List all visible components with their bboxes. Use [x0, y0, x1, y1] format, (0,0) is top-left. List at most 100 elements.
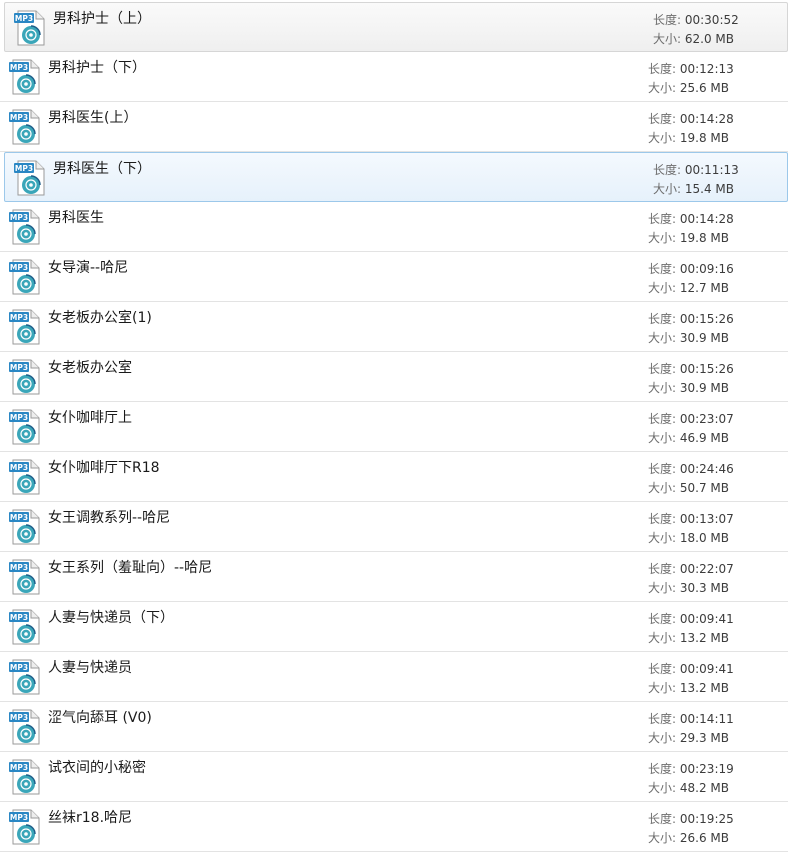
svg-text:MP3: MP3: [15, 14, 33, 23]
file-name: 男科医生（下）: [53, 161, 151, 177]
mp3-file-icon: MP3: [9, 759, 40, 795]
file-name: 丝袜r18.哈尼: [48, 810, 133, 826]
file-size: 大小: 30.3 MB: [648, 581, 729, 595]
file-size: 大小: 19.8 MB: [648, 131, 729, 145]
file-name: 女老板办公室: [48, 360, 132, 376]
svg-text:MP3: MP3: [10, 113, 28, 122]
svg-text:MP3: MP3: [10, 413, 28, 422]
file-length: 长度: 00:15:26: [648, 362, 734, 376]
svg-text:MP3: MP3: [10, 663, 28, 672]
file-row[interactable]: MP3 丝袜r18.哈尼 长度: 00:19:25 大小: 26.6 MB: [0, 802, 788, 852]
mp3-file-icon: MP3: [9, 559, 40, 595]
file-name: 试衣间的小秘密: [48, 760, 146, 776]
file-name: 人妻与快递员: [48, 660, 132, 676]
mp3-file-icon: MP3: [9, 459, 40, 495]
file-size: 大小: 30.9 MB: [648, 331, 729, 345]
file-name: 男科护士（下）: [48, 60, 146, 76]
file-size: 大小: 19.8 MB: [648, 231, 729, 245]
file-row[interactable]: MP3 男科医生 长度: 00:14:28 大小: 19.8 MB: [0, 202, 788, 252]
file-row[interactable]: MP3 人妻与快递员（下） 长度: 00:09:41 大小: 13.2 MB: [0, 602, 788, 652]
file-row[interactable]: MP3 男科医生（下） 长度: 00:11:13 大小: 15.4 MB: [4, 152, 788, 202]
file-length: 长度: 00:09:16: [648, 262, 734, 276]
file-name: 女王调教系列--哈尼: [48, 510, 171, 526]
file-row[interactable]: MP3 女王调教系列--哈尼 长度: 00:13:07 大小: 18.0 MB: [0, 502, 788, 552]
svg-text:MP3: MP3: [10, 563, 28, 572]
svg-text:MP3: MP3: [10, 213, 28, 222]
file-row[interactable]: MP3 女老板办公室(1) 长度: 00:15:26 大小: 30.9 MB: [0, 302, 788, 352]
file-row[interactable]: MP3 女老板办公室 长度: 00:15:26 大小: 30.9 MB: [0, 352, 788, 402]
mp3-file-icon: MP3: [9, 809, 40, 845]
file-row[interactable]: MP3 女仆咖啡厅下R18 长度: 00:24:46 大小: 50.7 MB: [0, 452, 788, 502]
file-name: 女导演--哈尼: [48, 260, 129, 276]
file-name: 女王系列（羞耻向）--哈尼: [48, 560, 213, 576]
file-size: 大小: 15.4 MB: [653, 182, 734, 196]
file-length: 长度: 00:19:25: [648, 812, 734, 826]
svg-text:MP3: MP3: [10, 713, 28, 722]
svg-text:MP3: MP3: [10, 613, 28, 622]
svg-text:MP3: MP3: [10, 813, 28, 822]
file-size: 大小: 13.2 MB: [648, 681, 729, 695]
file-length: 长度: 00:23:19: [648, 762, 734, 776]
file-size: 大小: 50.7 MB: [648, 481, 729, 495]
file-row[interactable]: MP3 男科护士（下） 长度: 00:12:13 大小: 25.6 MB: [0, 52, 788, 102]
file-row[interactable]: MP3 女仆咖啡厅上 长度: 00:23:07 大小: 46.9 MB: [0, 402, 788, 452]
mp3-file-icon: MP3: [9, 59, 40, 95]
file-length: 长度: 00:14:11: [648, 712, 734, 726]
svg-text:MP3: MP3: [10, 263, 28, 272]
file-length: 长度: 00:12:13: [648, 62, 734, 76]
file-name: 涩气向舔耳 (V0): [48, 710, 152, 726]
file-length: 长度: 00:13:07: [648, 512, 734, 526]
svg-text:MP3: MP3: [10, 463, 28, 472]
file-size: 大小: 46.9 MB: [648, 431, 729, 445]
file-length: 长度: 00:22:07: [648, 562, 734, 576]
svg-text:MP3: MP3: [15, 164, 33, 173]
file-length: 长度: 00:15:26: [648, 312, 734, 326]
file-size: 大小: 62.0 MB: [653, 32, 734, 46]
file-length: 长度: 00:30:52: [653, 13, 739, 27]
file-name: 女仆咖啡厅上: [48, 410, 132, 426]
file-row[interactable]: MP3 人妻与快递员 长度: 00:09:41 大小: 13.2 MB: [0, 652, 788, 702]
mp3-file-icon: MP3: [9, 509, 40, 545]
file-size: 大小: 29.3 MB: [648, 731, 729, 745]
file-length: 长度: 00:14:28: [648, 212, 734, 226]
mp3-file-icon: MP3: [9, 609, 40, 645]
svg-text:MP3: MP3: [10, 313, 28, 322]
file-length: 长度: 00:14:28: [648, 112, 734, 126]
file-size: 大小: 18.0 MB: [648, 531, 729, 545]
file-row[interactable]: MP3 女王系列（羞耻向）--哈尼 长度: 00:22:07 大小: 30.3 …: [0, 552, 788, 602]
file-length: 长度: 00:24:46: [648, 462, 734, 476]
file-row[interactable]: MP3 涩气向舔耳 (V0) 长度: 00:14:11 大小: 29.3 MB: [0, 702, 788, 752]
file-length: 长度: 00:09:41: [648, 662, 734, 676]
file-row[interactable]: MP3 男科护士（上） 长度: 00:30:52 大小: 62.0 MB: [4, 2, 788, 52]
file-length: 长度: 00:09:41: [648, 612, 734, 626]
file-row[interactable]: MP3 试衣间的小秘密 长度: 00:23:19 大小: 48.2 MB: [0, 752, 788, 802]
file-row[interactable]: MP3 男科医生(上） 长度: 00:14:28 大小: 19.8 MB: [0, 102, 788, 152]
svg-text:MP3: MP3: [10, 763, 28, 772]
mp3-file-icon: MP3: [9, 659, 40, 695]
mp3-file-icon: MP3: [14, 160, 45, 196]
file-size: 大小: 48.2 MB: [648, 781, 729, 795]
mp3-file-icon: MP3: [9, 409, 40, 445]
mp3-file-icon: MP3: [9, 209, 40, 245]
mp3-file-icon: MP3: [9, 309, 40, 345]
file-name: 男科医生: [48, 210, 104, 226]
svg-text:MP3: MP3: [10, 363, 28, 372]
file-name: 男科护士（上）: [53, 11, 151, 27]
file-size: 大小: 26.6 MB: [648, 831, 729, 845]
svg-text:MP3: MP3: [10, 63, 28, 72]
mp3-file-icon: MP3: [14, 10, 45, 46]
file-size: 大小: 25.6 MB: [648, 81, 729, 95]
file-length: 长度: 00:11:13: [653, 163, 739, 177]
file-name: 男科医生(上）: [48, 110, 138, 126]
file-name: 人妻与快递员（下）: [48, 610, 174, 626]
file-size: 大小: 12.7 MB: [648, 281, 729, 295]
mp3-file-icon: MP3: [9, 259, 40, 295]
mp3-file-icon: MP3: [9, 709, 40, 745]
mp3-file-icon: MP3: [9, 359, 40, 395]
file-row[interactable]: MP3 女导演--哈尼 长度: 00:09:16 大小: 12.7 MB: [0, 252, 788, 302]
file-list: MP3 男科护士（上） 长度: 00:30:52 大小: 62.0 MB MP3…: [0, 0, 788, 852]
file-size: 大小: 30.9 MB: [648, 381, 729, 395]
file-length: 长度: 00:23:07: [648, 412, 734, 426]
file-size: 大小: 13.2 MB: [648, 631, 729, 645]
svg-text:MP3: MP3: [10, 513, 28, 522]
